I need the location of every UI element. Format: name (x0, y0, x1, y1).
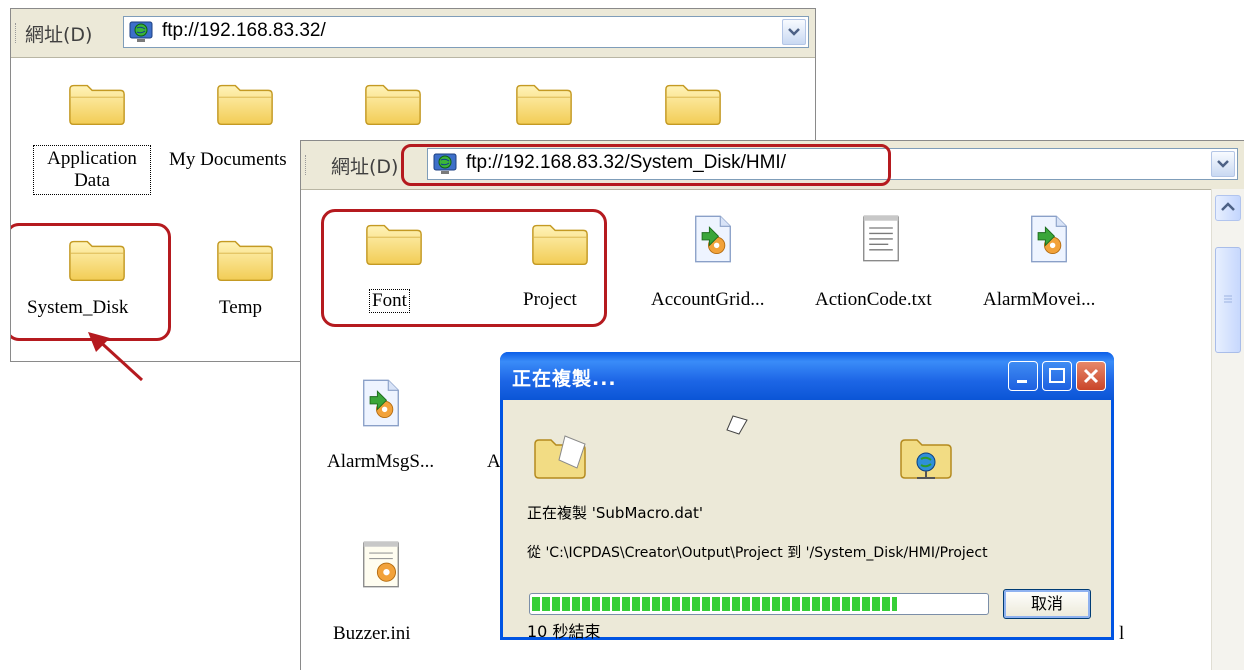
scroll-up-button[interactable] (1215, 195, 1241, 221)
vertical-scrollbar[interactable] (1211, 189, 1244, 670)
font-project-highlight (321, 209, 607, 327)
time-remaining-text: 10 秒結束 (527, 622, 601, 641)
toolbar-grip[interactable] (15, 23, 18, 43)
address-dropdown-button[interactable] (782, 19, 806, 45)
address-bar: 網址(D) ftp://192.168.83.32/System_Disk/HM… (301, 141, 1244, 190)
file-label-accountgrid[interactable]: AccountGrid... (651, 289, 764, 311)
address-label: 網址(D) (25, 24, 93, 46)
address-url[interactable]: ftp://192.168.83.32/ (162, 20, 326, 42)
close-button[interactable] (1076, 361, 1106, 391)
grip-icon (1224, 295, 1232, 303)
address-input[interactable]: ftp://192.168.83.32/ (123, 16, 809, 48)
file-label-actioncode[interactable]: ActionCode.txt (815, 289, 932, 311)
text-file-icon[interactable] (861, 211, 901, 265)
dialog-title-bar[interactable]: 正在複製... (500, 352, 1114, 400)
source-folder-icon (534, 435, 586, 479)
copy-progress-dialog: 正在複製... 正在複製 'SubMacro.dat' 從 'C:\ICPDAS… (500, 352, 1114, 641)
minimize-icon (1017, 380, 1027, 383)
macro-file-icon[interactable] (693, 213, 733, 265)
chevron-up-icon (1221, 202, 1235, 211)
dialog-title: 正在複製... (512, 368, 617, 390)
folder-icon[interactable] (214, 79, 276, 127)
copy-path-text: 從 'C:\ICPDAS\Creator\Output\Project 到 '/… (527, 545, 988, 561)
folder-icon[interactable] (214, 235, 276, 283)
folder-icon[interactable] (66, 79, 128, 127)
folder-label-temp[interactable]: Temp (219, 297, 262, 319)
copy-progress-bar (529, 593, 989, 615)
file-label-partial-right[interactable]: l (1119, 623, 1124, 645)
flying-paper-icon (726, 415, 748, 435)
maximize-button[interactable] (1042, 361, 1072, 391)
file-label-alarmmovei[interactable]: AlarmMovei... (983, 289, 1095, 311)
minimize-button[interactable] (1008, 361, 1038, 391)
macro-file-icon[interactable] (1029, 213, 1069, 265)
url-highlight (401, 144, 891, 186)
cancel-button[interactable]: 取消 (1003, 589, 1091, 619)
toolbar-grip[interactable] (305, 155, 308, 175)
folder-icon[interactable] (662, 79, 724, 127)
address-bar: 網址(D) ftp://192.168.83.32/ (11, 9, 815, 58)
folder-label-my-documents[interactable]: My Documents (169, 149, 287, 171)
chevron-down-icon (788, 28, 800, 36)
folder-icon[interactable] (513, 79, 575, 127)
system-disk-highlight (11, 223, 171, 341)
copying-file-text: 正在複製 'SubMacro.dat' (527, 504, 704, 522)
file-label-alarmmsgs[interactable]: AlarmMsgS... (327, 451, 434, 473)
close-icon (1083, 368, 1099, 384)
address-label: 網址(D) (331, 156, 399, 178)
maximize-icon (1049, 368, 1065, 383)
ftp-folder-icon (900, 439, 952, 479)
ftp-globe-icon (129, 21, 153, 43)
folder-icon[interactable] (362, 79, 424, 127)
file-label-partial[interactable]: A (487, 451, 501, 473)
chevron-down-icon (1217, 160, 1229, 168)
scroll-thumb[interactable] (1215, 247, 1241, 353)
progress-fill (532, 597, 897, 611)
macro-file-icon[interactable] (361, 377, 401, 429)
red-arrow-icon (88, 332, 144, 382)
ini-file-icon[interactable] (361, 537, 401, 591)
folder-label-application-data[interactable]: Application Data (33, 145, 151, 195)
file-label-buzzer[interactable]: Buzzer.ini (333, 623, 411, 645)
address-dropdown-button[interactable] (1211, 151, 1235, 177)
